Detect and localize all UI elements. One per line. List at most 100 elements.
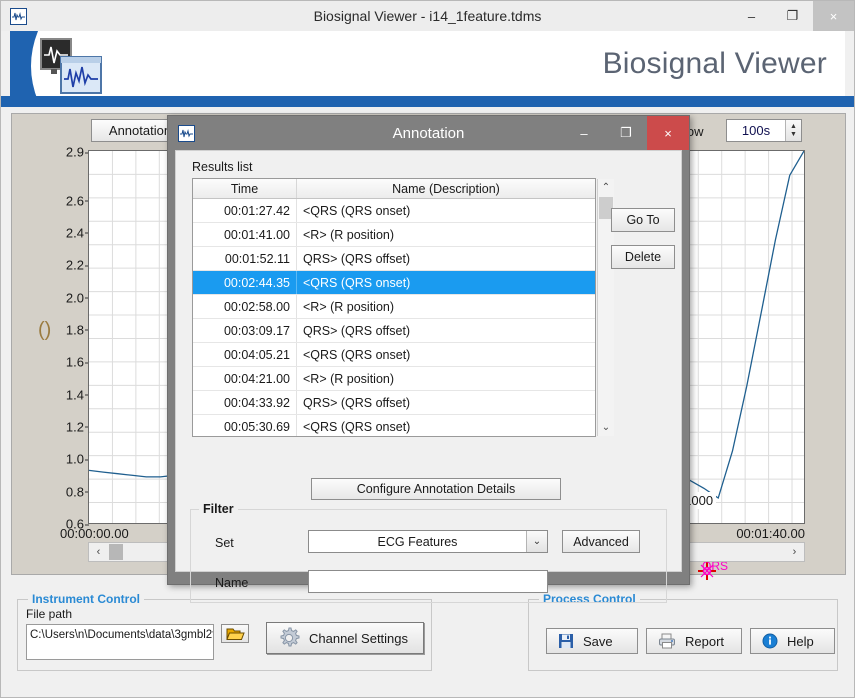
table-row[interactable]: 00:01:41.00 <R> (R position) bbox=[193, 223, 595, 247]
window-length-stepper[interactable]: ▲ ▼ bbox=[785, 120, 801, 141]
floppy-disk-icon bbox=[559, 634, 573, 648]
filter-name-input[interactable] bbox=[308, 570, 548, 593]
table-row[interactable]: 00:02:44.35 <QRS (QRS onset) bbox=[193, 271, 595, 295]
dialog-window-controls: – ❐ × bbox=[563, 116, 689, 150]
filter-set-value: ECG Features bbox=[377, 534, 458, 549]
y-axis-tick: 2.0 bbox=[14, 290, 89, 305]
report-button[interactable]: Report bbox=[646, 628, 742, 654]
filter-group: Filter Set ECG Features ⌄ Advanced Name bbox=[190, 502, 667, 603]
advanced-button[interactable]: Advanced bbox=[562, 530, 640, 553]
stepper-up-icon[interactable]: ▲ bbox=[790, 123, 797, 131]
info-icon bbox=[762, 633, 778, 649]
filter-name-label: Name bbox=[215, 576, 249, 590]
banner-title: Biosignal Viewer bbox=[602, 47, 827, 80]
annotation-dialog: Annotation – ❐ × Results list Time Name … bbox=[167, 115, 690, 603]
app-banner: Biosignal Viewer bbox=[10, 31, 845, 101]
gear-icon bbox=[280, 627, 300, 647]
filter-set-select[interactable]: ECG Features ⌄ bbox=[308, 530, 548, 553]
cell-name: QRS> (QRS offset) bbox=[303, 324, 411, 338]
configure-annotation-details-button[interactable]: Configure Annotation Details bbox=[311, 478, 561, 500]
ecg-monitor-icon bbox=[40, 38, 102, 94]
dialog-minimize-button[interactable]: – bbox=[563, 116, 605, 150]
cell-time: 00:01:41.00 bbox=[193, 223, 297, 246]
browse-folder-button[interactable] bbox=[221, 624, 249, 643]
table-row[interactable]: 00:04:21.00 <R> (R position) bbox=[193, 367, 595, 391]
table-row[interactable]: 00:05:30.69 <QRS (QRS onset) bbox=[193, 415, 595, 436]
go-to-button[interactable]: Go To bbox=[611, 208, 675, 232]
window-length-value: 100s bbox=[741, 123, 771, 138]
table-body: 00:01:27.42 <QRS (QRS onset) 00:01:41.00 <R… bbox=[193, 199, 595, 436]
cell-name: <R> (R position) bbox=[303, 228, 395, 242]
process-control-panel: Process Control Save Report Help bbox=[528, 592, 838, 671]
y-axis-tick: 0.8 bbox=[14, 484, 89, 499]
window-controls: – ❐ × bbox=[731, 1, 854, 31]
file-path-label: File path bbox=[26, 607, 73, 621]
cell-time: 00:04:21.00 bbox=[193, 367, 297, 390]
window-title: Biosignal Viewer - i14_1feature.tdms bbox=[313, 8, 542, 24]
cell-time: 00:05:30.69 bbox=[193, 415, 297, 436]
y-axis-tick: 2.9 bbox=[14, 145, 89, 160]
table-row[interactable]: 00:02:58.00 <R> (R position) bbox=[193, 295, 595, 319]
cell-name: <QRS (QRS onset) bbox=[303, 348, 411, 362]
scroll-left-icon[interactable]: ‹ bbox=[89, 543, 108, 561]
cell-name: <QRS (QRS onset) bbox=[303, 420, 411, 434]
table-row[interactable]: 00:04:33.92 QRS> (QRS offset) bbox=[193, 391, 595, 415]
y-axis-tick: 1.2 bbox=[14, 419, 89, 434]
table-row[interactable]: 00:01:52.11 QRS> (QRS offset) bbox=[193, 247, 595, 271]
save-button[interactable]: Save bbox=[546, 628, 638, 654]
chevron-down-icon[interactable]: ⌄ bbox=[526, 531, 547, 552]
y-scale-dial-icon[interactable]: () bbox=[38, 319, 51, 342]
table-row[interactable]: 00:01:27.42 <QRS (QRS onset) bbox=[193, 199, 595, 223]
minimize-button[interactable]: – bbox=[731, 1, 772, 31]
cell-time: 00:01:27.42 bbox=[193, 199, 297, 222]
cell-time: 00:01:52.11 bbox=[193, 247, 297, 270]
channel-settings-label: Channel Settings bbox=[309, 630, 409, 646]
dialog-maximize-button[interactable]: ❐ bbox=[605, 116, 647, 150]
y-axis-tick: 1.6 bbox=[14, 355, 89, 370]
instrument-control-title: Instrument Control bbox=[28, 592, 144, 606]
y-axis-tick: 1.0 bbox=[14, 452, 89, 467]
scrollbar-thumb[interactable] bbox=[109, 544, 123, 560]
column-header-name: Name (Description) bbox=[392, 182, 500, 196]
cell-time: 00:03:09.17 bbox=[193, 319, 297, 342]
y-axis-tick: 2.6 bbox=[14, 193, 89, 208]
dialog-body: Results list Time Name (Description) 00:… bbox=[175, 150, 682, 603]
dialog-close-button[interactable]: × bbox=[647, 116, 689, 150]
table-row[interactable]: 00:03:09.17 QRS> (QRS offset) bbox=[193, 319, 595, 343]
waveform-icon bbox=[10, 7, 27, 25]
help-label: Help bbox=[787, 633, 814, 649]
banner-accent-strip bbox=[1, 96, 854, 107]
table-row[interactable]: 00:04:05.21 <QRS (QRS onset) bbox=[193, 343, 595, 367]
filter-group-title: Filter bbox=[199, 502, 238, 516]
scroll-up-icon[interactable]: ⌃ bbox=[598, 179, 614, 196]
y-axis-tick: 2.4 bbox=[14, 225, 89, 240]
file-path-field[interactable]: C:\Users\n\Documents\data\3gmbl2txt\i14_… bbox=[26, 624, 214, 660]
stepper-down-icon[interactable]: ▼ bbox=[790, 131, 797, 139]
cell-name: QRS> (QRS offset) bbox=[303, 396, 411, 410]
cell-name: <R> (R position) bbox=[303, 300, 395, 314]
x-axis-start-label: 00:00:00.00 bbox=[60, 526, 129, 541]
results-list-label: Results list bbox=[192, 160, 253, 174]
cell-name: <QRS (QRS onset) bbox=[303, 276, 411, 290]
y-axis-tick: 1.4 bbox=[14, 387, 89, 402]
help-button[interactable]: Help bbox=[750, 628, 835, 654]
window-length-field[interactable]: 100s ▲ ▼ bbox=[726, 119, 802, 142]
window-titlebar: Biosignal Viewer - i14_1feature.tdms – ❐… bbox=[1, 1, 854, 31]
folder-icon bbox=[225, 628, 245, 640]
instrument-control-panel: Instrument Control File path C:\Users\n\… bbox=[17, 592, 432, 671]
column-header-time: Time bbox=[193, 179, 297, 198]
cell-time: 00:04:33.92 bbox=[193, 391, 297, 414]
application-window: Biosignal Viewer - i14_1feature.tdms – ❐… bbox=[0, 0, 855, 698]
cell-name: QRS> (QRS offset) bbox=[303, 252, 411, 266]
table-header: Time Name (Description) bbox=[193, 179, 595, 199]
scroll-down-icon[interactable]: ⌄ bbox=[598, 419, 614, 436]
report-label: Report bbox=[685, 633, 725, 649]
delete-button[interactable]: Delete bbox=[611, 245, 675, 269]
close-button[interactable]: × bbox=[813, 1, 854, 31]
cell-time: 00:04:05.21 bbox=[193, 343, 297, 366]
maximize-button[interactable]: ❐ bbox=[772, 1, 813, 31]
channel-settings-button[interactable]: Channel Settings bbox=[266, 622, 424, 654]
scroll-right-icon[interactable]: › bbox=[785, 543, 804, 561]
results-list-table[interactable]: Time Name (Description) 00:01:27.42 <QRS … bbox=[192, 178, 614, 437]
save-label: Save bbox=[583, 633, 613, 649]
